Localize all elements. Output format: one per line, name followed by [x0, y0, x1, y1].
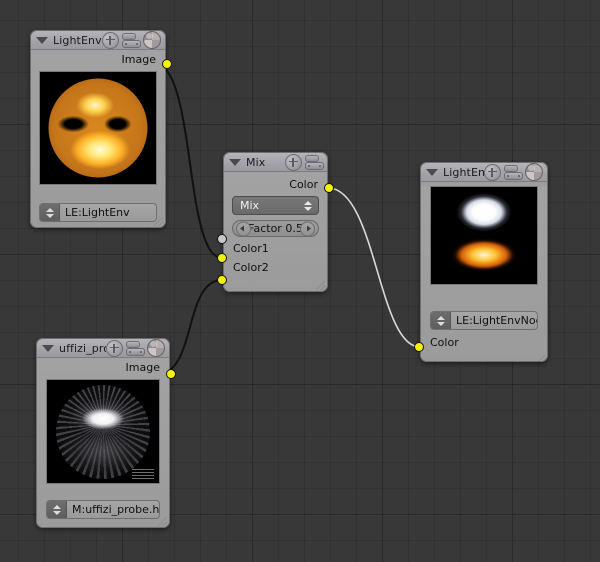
stepper-arrows-icon[interactable]: [431, 312, 451, 329]
resize-grip[interactable]: [158, 517, 167, 526]
output-socket-row-image[interactable]: Image: [31, 50, 165, 69]
node-title: Mix: [246, 155, 266, 169]
output-socket-row-image[interactable]: Image: [37, 358, 169, 377]
toggle-icon[interactable]: [504, 164, 523, 180]
toggle-icon[interactable]: [305, 154, 324, 170]
input-label-color1: Color1: [233, 242, 269, 255]
blend-mode-dropdown[interactable]: Mix: [232, 196, 319, 215]
plus-icon[interactable]: [285, 153, 302, 171]
output-label-image: Image: [121, 53, 156, 66]
collapse-triangle-icon[interactable]: [36, 36, 48, 44]
uffizi-name-field[interactable]: M:uffizi_probe.h: [46, 500, 160, 519]
toggle-icon[interactable]: [126, 340, 145, 356]
lightenv-name-field[interactable]: LE:LightEnv: [39, 203, 157, 222]
input-socket-color2[interactable]: [217, 275, 227, 285]
input-socket-row-color2[interactable]: Color2: [224, 258, 327, 277]
node-title: uffizi_pro: [59, 341, 106, 355]
plus-icon[interactable]: [106, 339, 123, 357]
lightenvnode-name-value[interactable]: LE:LightEnvNode: [451, 312, 537, 329]
output-socket-image[interactable]: [166, 369, 176, 379]
lightenvnode-name-field[interactable]: LE:LightEnvNode: [430, 311, 538, 330]
link-mix-to-lightenvnode: [327, 187, 421, 348]
resize-grip[interactable]: [316, 281, 325, 290]
factor-slider[interactable]: Factor 0.5: [232, 220, 319, 237]
node-header[interactable]: uffizi_pro: [37, 339, 169, 358]
node-editor-canvas[interactable]: LightEnv Image LE:LightEnv Mix Color Mix…: [0, 0, 600, 562]
input-label-color: Color: [430, 336, 459, 349]
node-preview-image: [46, 379, 160, 484]
sphere-preview-icon[interactable]: [143, 31, 161, 49]
chevron-updown-icon: [304, 200, 312, 211]
output-socket-image[interactable]: [162, 59, 172, 69]
output-socket-row-color[interactable]: Color: [224, 172, 327, 196]
blend-mode-value: Mix: [240, 199, 260, 212]
output-label-color: Color: [289, 177, 318, 191]
slider-increment-icon[interactable]: [300, 221, 315, 236]
toggle-icon[interactable]: [122, 32, 141, 48]
node-lightenv-output[interactable]: LightEnv LE:Light: [414, 162, 548, 362]
header-icons[interactable]: [106, 339, 165, 357]
header-icons[interactable]: [102, 31, 161, 49]
output-socket-color[interactable]: [324, 183, 334, 193]
plus-icon[interactable]: [484, 163, 501, 181]
lightenv-name-value[interactable]: LE:LightEnv: [60, 204, 156, 221]
input-socket-color1[interactable]: [217, 253, 227, 263]
uffizi-name-value[interactable]: M:uffizi_probe.h: [67, 501, 159, 518]
input-socket-row-color[interactable]: Color: [421, 333, 547, 352]
node-lightenv-source[interactable]: LightEnv Image LE:LightEnv: [30, 30, 172, 228]
input-label-color2: Color2: [233, 261, 269, 274]
header-icons[interactable]: [484, 163, 543, 181]
input-socket-factor[interactable]: [217, 234, 227, 244]
node-preview-image: [430, 186, 538, 285]
node-title: LightEnv: [53, 33, 102, 47]
node-title: LightEnv: [443, 165, 484, 179]
resize-grip[interactable]: [154, 217, 163, 226]
collapse-triangle-icon[interactable]: [426, 168, 438, 176]
header-icons[interactable]: [285, 153, 324, 171]
resize-grip[interactable]: [536, 355, 545, 361]
sphere-preview-icon[interactable]: [147, 339, 165, 357]
node-header[interactable]: Mix: [224, 153, 327, 172]
collapse-triangle-icon[interactable]: [42, 344, 54, 352]
input-socket-row-color1[interactable]: Color1: [224, 239, 327, 258]
sphere-preview-icon[interactable]: [525, 163, 543, 181]
node-header[interactable]: LightEnv: [421, 163, 547, 182]
stepper-arrows-icon[interactable]: [47, 501, 67, 518]
node-uffizi-probe[interactable]: uffizi_pro Image M:uffizi_probe.h: [36, 338, 176, 528]
collapse-triangle-icon[interactable]: [229, 158, 241, 166]
factor-slider-label: Factor 0.5: [248, 222, 303, 235]
plus-icon[interactable]: [102, 31, 119, 49]
stepper-arrows-icon[interactable]: [40, 204, 60, 221]
node-mix[interactable]: Mix Color Mix Factor 0.5 Color1 Color2: [217, 152, 334, 292]
node-preview-image: [39, 71, 157, 185]
input-socket-color[interactable]: [414, 342, 424, 352]
node-header[interactable]: LightEnv: [31, 31, 165, 50]
slider-decrement-icon[interactable]: [236, 221, 251, 236]
output-label-image: Image: [125, 361, 160, 374]
